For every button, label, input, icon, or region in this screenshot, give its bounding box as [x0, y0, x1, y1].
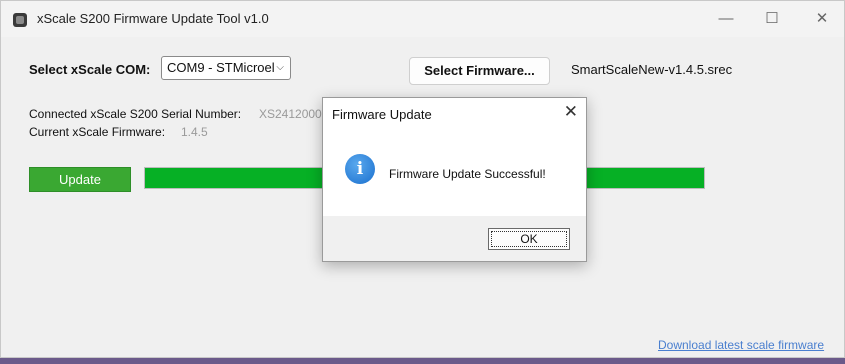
dialog-title: Firmware Update: [332, 107, 432, 122]
select-firmware-button[interactable]: Select Firmware...: [409, 57, 550, 85]
com-label: Select xScale COM:: [29, 62, 151, 77]
info-icon: i: [345, 154, 375, 184]
chevron-down-icon: ⌵: [276, 62, 284, 73]
update-button[interactable]: Update: [29, 167, 131, 192]
close-button[interactable]: ✕: [807, 7, 837, 31]
current-firmware-value: 1.4.5: [181, 125, 208, 139]
title-bar[interactable]: xScale S200 Firmware Update Tool v1.0 — …: [1, 1, 844, 37]
serial-label: Connected xScale S200 Serial Number:: [29, 107, 242, 121]
minimize-button[interactable]: —: [711, 7, 741, 31]
serial-value: XS2412000: [259, 107, 322, 121]
dialog-message: Firmware Update Successful!: [389, 167, 546, 181]
ok-button[interactable]: OK: [488, 228, 570, 250]
window-title: xScale S200 Firmware Update Tool v1.0: [37, 11, 269, 26]
dialog-close-button[interactable]: ✕: [564, 102, 578, 122]
download-firmware-link[interactable]: Download latest scale firmware: [658, 338, 824, 352]
current-firmware-label: Current xScale Firmware:: [29, 125, 166, 139]
com-selected-value: COM9 - STMicroel: [167, 60, 275, 75]
firmware-filename: SmartScaleNew-v1.4.5.srec: [571, 62, 733, 77]
app-icon: [13, 13, 27, 27]
firmware-update-dialog: Firmware Update ✕ i Firmware Update Succ…: [322, 97, 587, 262]
maximize-button[interactable]: ☐: [757, 7, 787, 31]
dialog-footer: OK: [323, 216, 586, 261]
desktop-strip: [0, 358, 845, 364]
com-select[interactable]: COM9 - STMicroel ⌵: [161, 56, 291, 80]
